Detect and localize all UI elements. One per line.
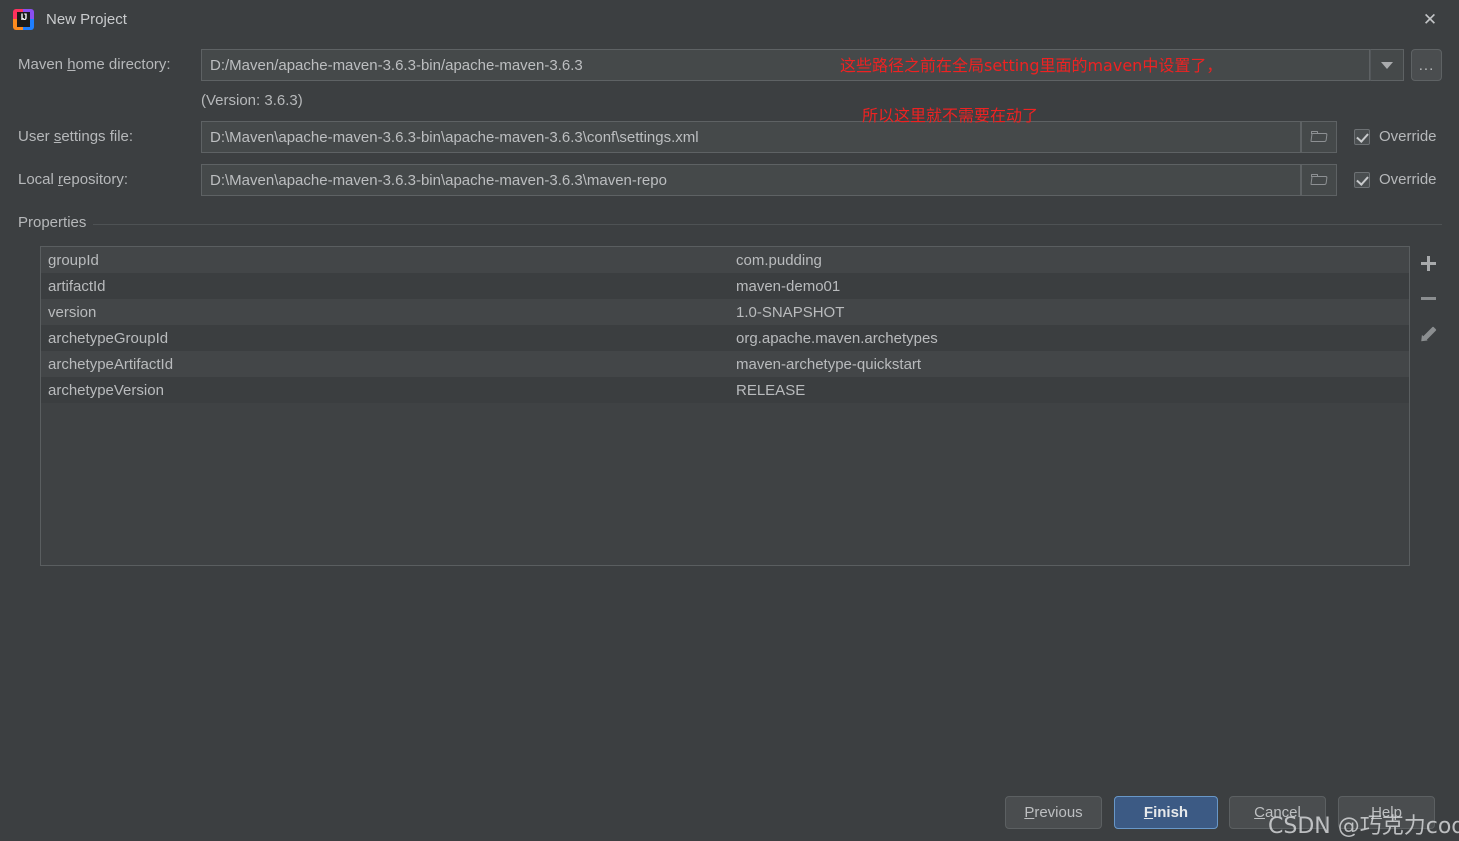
annotation-line-2: 所以这里就不需要在动了 [862, 106, 1039, 125]
user-settings-label: User settings file: [18, 128, 133, 145]
property-key: archetypeVersion [48, 381, 164, 399]
csdn-watermark: CSDN @巧克力code [1268, 814, 1459, 839]
new-project-dialog: IJ New Project ✕ Maven home directory: D… [0, 0, 1459, 841]
table-empty-area [41, 403, 1409, 563]
page-title: New Project [46, 10, 127, 28]
property-key: archetypeGroupId [48, 329, 169, 347]
checkmark-icon [1354, 171, 1370, 188]
user-settings-label-pre: User [18, 128, 54, 145]
local-repository-label: Local repository: [18, 171, 128, 188]
add-property-button[interactable] [1410, 246, 1446, 281]
annotation-line-1: 这些路径之前在全局setting里面的maven中设置了， [840, 56, 1223, 75]
table-row[interactable]: archetypeVersion RELEASE [41, 377, 1409, 403]
pencil-icon [1420, 326, 1436, 342]
maven-home-label-post: ome directory: [75, 56, 171, 73]
property-key: archetypeArtifactId [48, 355, 174, 373]
properties-group-separator [18, 224, 1442, 225]
plus-icon [1420, 256, 1436, 271]
previous-button-post: revious [1034, 804, 1083, 821]
local-repository-override-checkbox[interactable]: Override [1354, 171, 1437, 188]
property-key: artifactId [48, 277, 106, 295]
property-value: com.pudding [736, 251, 822, 269]
local-repository-label-post: epository: [63, 171, 129, 188]
maven-home-label-mnemonic: h [67, 56, 76, 73]
minus-icon [1420, 297, 1436, 300]
maven-home-label-pre: Maven [18, 56, 68, 73]
properties-group-title: Properties [18, 214, 94, 231]
remove-property-button[interactable] [1410, 281, 1446, 316]
cancel-button-mnemonic: C [1254, 804, 1265, 821]
property-value: org.apache.maven.archetypes [736, 329, 938, 347]
intellij-idea-icon: IJ [13, 9, 34, 30]
table-row[interactable]: archetypeGroupId org.apache.maven.archet… [41, 325, 1409, 351]
property-value: 1.0-SNAPSHOT [736, 303, 845, 321]
edit-property-button[interactable] [1410, 316, 1446, 351]
previous-button-mnemonic: P [1024, 804, 1035, 821]
finish-button[interactable]: Finish [1114, 796, 1218, 829]
dialog-title-bar: IJ New Project ✕ [0, 0, 1459, 39]
table-row[interactable]: archetypeArtifactId maven-archetype-quic… [41, 351, 1409, 377]
folder-icon [1310, 131, 1328, 143]
user-settings-override-checkbox[interactable]: Override [1354, 128, 1437, 145]
previous-button[interactable]: Previous [1005, 796, 1102, 829]
maven-home-label: Maven home directory: [18, 56, 171, 73]
maven-home-dropdown-button[interactable] [1370, 49, 1404, 81]
user-settings-browse-button[interactable] [1301, 121, 1337, 153]
chevron-down-icon [1381, 61, 1393, 69]
finish-button-mnemonic: F [1143, 804, 1154, 821]
properties-table-toolbar [1410, 246, 1446, 356]
user-settings-override-label: Override [1379, 128, 1437, 145]
maven-home-browse-button[interactable]: ... [1411, 49, 1442, 81]
maven-version-note: (Version: 3.6.3) [201, 92, 303, 109]
property-key: groupId [48, 251, 99, 269]
checkmark-icon [1354, 128, 1370, 145]
red-annotation: 这些路径之前在全局setting里面的maven中设置了， 所以这里就不需要在动… [840, 28, 1222, 153]
table-row[interactable]: artifactId maven-demo01 [41, 273, 1409, 299]
property-value: maven-demo01 [736, 277, 841, 295]
close-icon[interactable]: ✕ [1413, 6, 1447, 34]
local-repository-override-label: Override [1379, 171, 1437, 188]
table-row[interactable]: groupId com.pudding [41, 247, 1409, 273]
local-repository-label-pre: Local [18, 171, 59, 188]
folder-icon [1310, 174, 1328, 186]
properties-table[interactable]: groupId com.pudding artifactId maven-dem… [40, 246, 1410, 566]
property-value: maven-archetype-quickstart [736, 355, 922, 373]
finish-button-post: inish [1153, 804, 1189, 821]
local-repository-browse-button[interactable] [1301, 164, 1337, 196]
local-repository-input[interactable]: D:\Maven\apache-maven-3.6.3-bin\apache-m… [201, 164, 1301, 196]
property-key: version [48, 303, 97, 321]
user-settings-label-post: ettings file: [61, 128, 134, 145]
property-value: RELEASE [736, 381, 806, 399]
table-row[interactable]: version 1.0-SNAPSHOT [41, 299, 1409, 325]
